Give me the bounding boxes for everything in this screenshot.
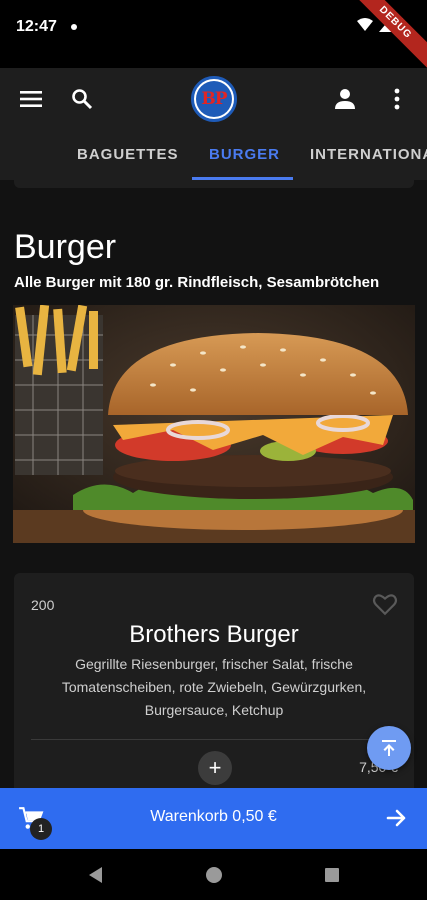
logo-text: BP [196, 81, 232, 117]
search-icon [72, 89, 93, 110]
system-nav-bar [0, 849, 427, 900]
vertical-align-top-icon [382, 740, 396, 756]
scroll-to-top-button[interactable] [367, 726, 411, 770]
more-options-button[interactable] [381, 83, 413, 115]
notification-dot-icon [71, 24, 77, 30]
back-icon[interactable] [86, 865, 106, 885]
category-title: Burger [14, 228, 117, 266]
tab-baguettes[interactable]: BAGUETTES [77, 146, 179, 163]
more-vert-icon [394, 88, 400, 110]
menu-icon [20, 91, 42, 107]
account-icon [335, 89, 355, 109]
product-card[interactable]: 200 Brothers Burger Gegrillte Riesenburg… [14, 573, 414, 788]
menu-button[interactable] [15, 83, 47, 115]
wifi-icon [357, 18, 373, 31]
product-description: Gegrillte Riesenburger, frischer Salat, … [61, 656, 367, 718]
cart-bar[interactable]: 1 Warenkorb 0,50 € [0, 788, 427, 849]
tab-burger[interactable]: BURGER [209, 146, 280, 163]
status-bar: 12:47 DEBUG [0, 0, 427, 72]
debug-banner: DEBUG [346, 0, 427, 72]
category-tabs: BAGUETTES BURGER INTERNATIONAL [0, 130, 427, 180]
arrow-forward-icon [386, 809, 406, 827]
account-button[interactable] [329, 83, 361, 115]
product-name: Brothers Burger [129, 621, 299, 648]
add-to-cart-button[interactable]: + [198, 751, 232, 785]
home-icon[interactable] [204, 865, 224, 885]
cart-label: Warenkorb 0,50 € [150, 808, 277, 825]
search-button[interactable] [66, 83, 98, 115]
app-bar: BP BAGUETTES BURGER INTERNATIONAL [0, 68, 427, 180]
tab-international[interactable]: INTERNATIONAL [310, 146, 427, 163]
status-time: 12:47 [16, 18, 57, 35]
category-image [13, 305, 415, 543]
recents-icon[interactable] [322, 865, 342, 885]
product-number: 200 [31, 597, 55, 613]
previous-card-edge [14, 180, 414, 188]
burger-illustration [13, 305, 415, 543]
favorite-icon[interactable] [372, 591, 398, 617]
toolbar: BP [0, 68, 427, 130]
category-subtitle: Alle Burger mit 180 gr. Rindfleisch, Ses… [14, 274, 380, 291]
divider [31, 739, 397, 740]
menu-content[interactable]: Burger Alle Burger mit 180 gr. Rindfleis… [0, 180, 427, 788]
brand-logo[interactable]: BP [191, 76, 237, 122]
